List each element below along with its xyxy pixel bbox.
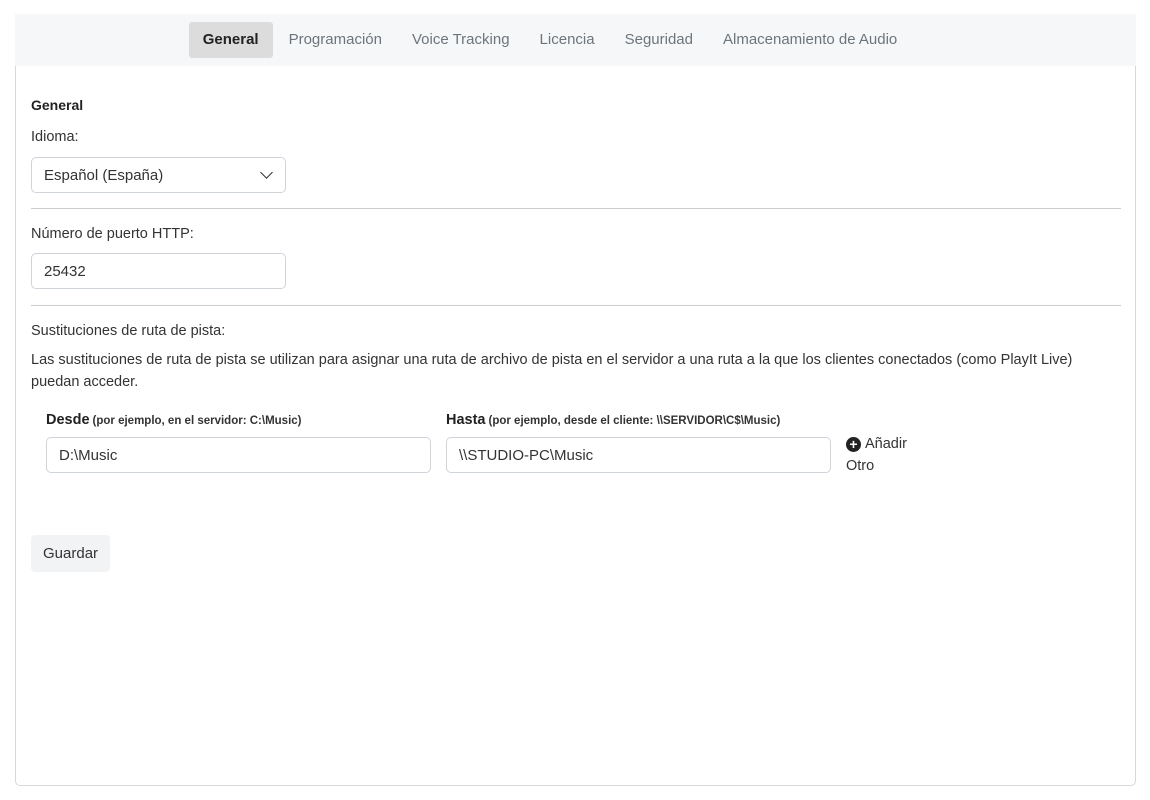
tab-programacion[interactable]: Programación	[275, 22, 396, 58]
chevron-down-icon	[260, 166, 273, 179]
tab-bar: General Programación Voice Tracking Lice…	[15, 14, 1136, 67]
add-label-line2: Otro	[846, 458, 875, 474]
divider	[31, 208, 1121, 209]
save-button[interactable]: Guardar	[31, 535, 111, 572]
tab-general[interactable]: General	[188, 22, 273, 58]
add-label-line1: Añadir	[865, 436, 907, 452]
language-select[interactable]: Español (España)	[31, 157, 286, 193]
to-hint: (por ejemplo, desde el cliente: \\SERVID…	[488, 415, 781, 427]
tabs: General Programación Voice Tracking Lice…	[188, 22, 912, 58]
tab-seguridad[interactable]: Seguridad	[611, 22, 707, 58]
from-label: Desde	[46, 412, 90, 428]
language-label: Idioma:	[31, 129, 79, 145]
from-path-input[interactable]	[46, 437, 431, 473]
path-substitutions-description: Las sustituciones de ruta de pista se ut…	[31, 352, 1073, 390]
http-port-input[interactable]	[31, 253, 286, 289]
to-column-label: Hasta (por ejemplo, desde el cliente: \\S…	[446, 412, 780, 428]
from-hint: (por ejemplo, en el servidor: C:\Music)	[92, 415, 302, 427]
to-path-input[interactable]	[446, 437, 831, 473]
tab-voice-tracking[interactable]: Voice Tracking	[398, 22, 524, 58]
plus-circle-icon: +	[846, 437, 861, 452]
http-port-label: Número de puerto HTTP:	[31, 226, 194, 242]
to-label: Hasta	[446, 412, 486, 428]
settings-panel: General Idioma: Español (España) Número …	[15, 66, 1136, 786]
section-title: General	[31, 97, 84, 113]
tab-licencia[interactable]: Licencia	[526, 22, 609, 58]
tab-almacenamiento-audio[interactable]: Almacenamiento de Audio	[709, 22, 911, 58]
add-another-button[interactable]: + Añadir Otro	[846, 433, 907, 477]
path-substitutions-label: Sustituciones de ruta de pista:	[31, 323, 226, 339]
from-column-label: Desde (por ejemplo, en el servidor: C:\Mu…	[46, 412, 302, 428]
divider	[31, 305, 1121, 306]
language-select-value: Español (España)	[44, 166, 164, 184]
